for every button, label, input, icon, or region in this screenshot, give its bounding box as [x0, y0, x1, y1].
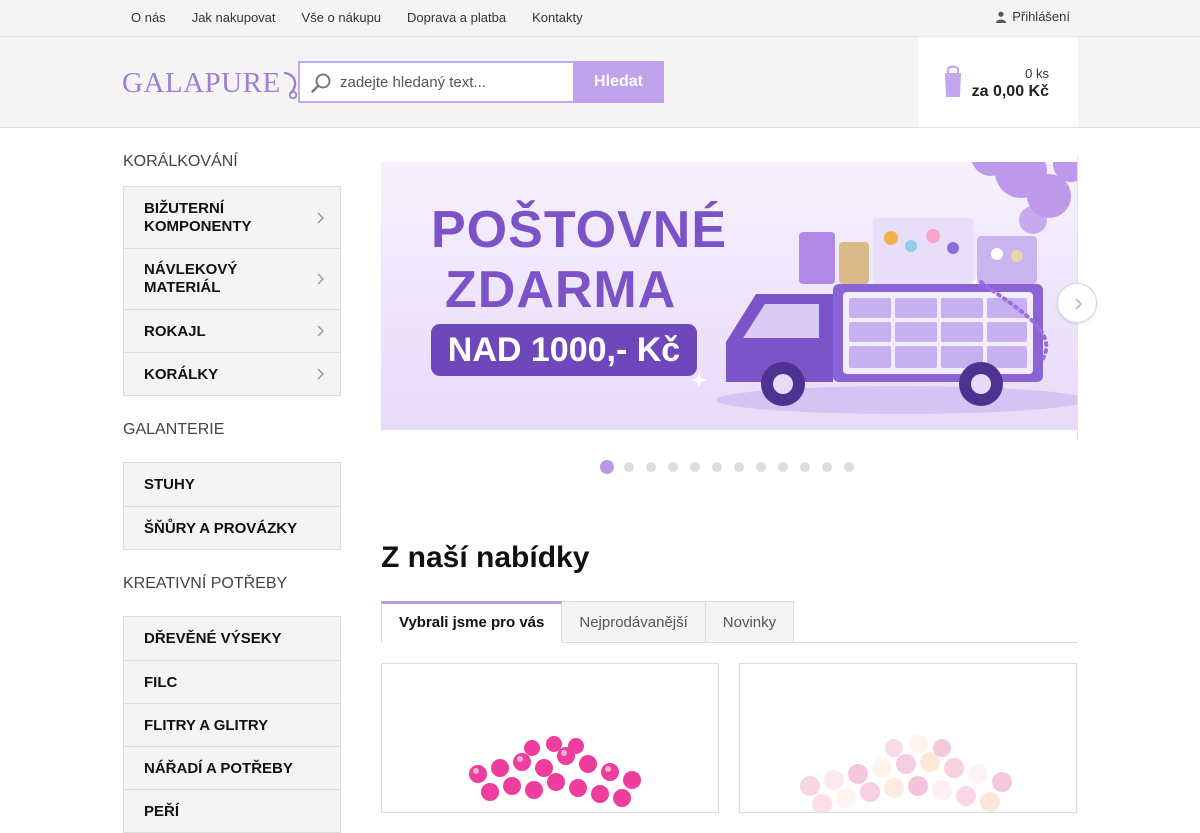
product-card[interactable]	[381, 663, 719, 813]
banner-carousel: POŠTOVNÉ ZDARMA NAD 1000,- Kč	[381, 155, 1078, 439]
banner-headline-line2: ZDARMA	[445, 261, 677, 319]
sidebar-item-label: Korálky	[144, 365, 219, 383]
sidebar-item-label: Filc	[144, 673, 178, 691]
category-list: Stuhy Šňůry a provázky	[123, 462, 341, 550]
chevron-right-icon	[317, 273, 324, 285]
carousel-dot[interactable]	[600, 460, 614, 474]
sidebar-item-label: Dřevěné výseky	[144, 630, 282, 647]
banner-price-pill: NAD 1000,- Kč	[431, 324, 697, 376]
sidebar-item-label: Peří	[144, 802, 180, 820]
sidebar-item-ribbons[interactable]: Stuhy	[124, 463, 340, 506]
sidebar-item-tools[interactable]: Nářadí a potřeby	[124, 746, 340, 789]
carousel-dot[interactable]	[822, 462, 832, 472]
nav-link-about[interactable]: O nás	[118, 0, 179, 36]
search-form: Hledat	[298, 61, 664, 103]
carousel-dot[interactable]	[646, 462, 656, 472]
carousel-dot[interactable]	[778, 462, 788, 472]
nav-link-shopping-info[interactable]: Vše o nákupu	[289, 0, 395, 36]
banner-slide[interactable]: POŠTOVNÉ ZDARMA NAD 1000,- Kč	[381, 162, 1077, 430]
category-list: Bižuterní komponenty Návlekový materiál …	[123, 186, 341, 396]
tab-new[interactable]: Novinky	[705, 601, 795, 643]
sidebar-item-label: Šňůry a provázky	[144, 519, 298, 537]
sidebar-item-feathers[interactable]: Peří	[124, 789, 340, 832]
carousel-dot[interactable]	[734, 462, 744, 472]
banner-headline-line1: POŠTOVNÉ	[431, 201, 728, 259]
sidebar-item-stringing-material[interactable]: Návlekový materiál	[124, 248, 340, 309]
user-icon	[996, 11, 1007, 23]
chevron-right-icon	[1075, 298, 1083, 310]
carousel-dot[interactable]	[668, 462, 678, 472]
product-image	[800, 735, 1012, 812]
sidebar-item-label: Rokajl	[144, 322, 206, 340]
chevron-right-icon	[317, 368, 324, 380]
sidebar-item-cords[interactable]: Šňůry a provázky	[124, 506, 340, 549]
cart-count: 0 ks	[1025, 66, 1049, 81]
category-group-title: Galanterie	[123, 421, 225, 438]
nav-link-contacts[interactable]: Kontakty	[519, 0, 596, 36]
top-bar: O nás Jak nakupovat Vše o nákupu Doprava…	[0, 0, 1200, 37]
sidebar-item-seed-beads[interactable]: Rokajl	[124, 309, 340, 352]
carousel-dot[interactable]	[690, 462, 700, 472]
sidebar-item-label: Bižuterní komponenty	[144, 199, 252, 235]
tab-bestsellers[interactable]: Nejprodávanější	[562, 601, 706, 643]
carousel-dot[interactable]	[756, 462, 766, 472]
category-list: Dřevěné výseky Filc Flitry a glitry Nářa…	[123, 616, 341, 833]
sidebar-item-label: Návlekový materiál	[144, 261, 238, 296]
sidebar-item-felt[interactable]: Filc	[124, 660, 340, 703]
sidebar-item-wooden-cutouts[interactable]: Dřevěné výseky	[124, 617, 340, 660]
sidebar-item-label: Stuhy	[144, 476, 195, 493]
logo-text: GALAPURE	[122, 67, 281, 99]
carousel-dot[interactable]	[712, 462, 722, 472]
chevron-right-icon	[317, 325, 324, 337]
search-button[interactable]: Hledat	[573, 61, 664, 103]
category-group-title: Korálkování	[123, 153, 238, 170]
cart-total: za 0,00 Kč	[971, 83, 1049, 100]
tab-recommended[interactable]: Vybrali jsme pro vás	[381, 601, 563, 643]
section-title: Z naší nabídky	[381, 541, 590, 574]
search-input[interactable]	[340, 63, 568, 101]
product-card[interactable]	[739, 663, 1077, 813]
cart-widget[interactable]: 0 ks za 0,00 Kč	[918, 37, 1078, 127]
site-header: GALAPURE Hledat 0 ks za 0,00 Kč	[0, 37, 1200, 128]
top-nav: O nás Jak nakupovat Vše o nákupu Doprava…	[118, 0, 596, 36]
nav-link-shipping-payment[interactable]: Doprava a platba	[394, 0, 519, 36]
carousel-next-button[interactable]	[1057, 283, 1097, 323]
login-label: Přihlášení	[1012, 9, 1070, 24]
truck-illustration	[716, 218, 1077, 414]
search-icon	[310, 72, 332, 99]
carousel-dot[interactable]	[800, 462, 810, 472]
product-image	[469, 736, 641, 807]
logo[interactable]: GALAPURE	[122, 67, 304, 100]
sidebar-item-jewelry-components[interactable]: Bižuterní komponenty	[124, 187, 340, 248]
sidebar-item-label: Flitry a glitry	[144, 716, 269, 734]
carousel-dot[interactable]	[844, 462, 854, 472]
sidebar-item-sequins-glitter[interactable]: Flitry a glitry	[124, 703, 340, 746]
carousel-dot[interactable]	[624, 462, 634, 472]
sidebar-item-label: Nářadí a potřeby	[144, 759, 293, 777]
nav-link-how-to-buy[interactable]: Jak nakupovat	[179, 0, 289, 36]
category-sidebar: Korálkování Bižuterní komponenty Návleko…	[123, 128, 341, 833]
login-link[interactable]: Přihlášení	[996, 0, 1070, 34]
chevron-right-icon	[317, 211, 324, 224]
category-group-title: Kreativní potřeby	[123, 575, 288, 592]
carousel-dots	[600, 460, 866, 474]
search-box	[298, 61, 573, 103]
offer-tabs: Vybrali jsme pro vás Nejprodávanější Nov…	[381, 601, 1078, 643]
sidebar-item-beads[interactable]: Korálky	[124, 352, 340, 395]
shopping-bag-icon	[944, 63, 962, 104]
